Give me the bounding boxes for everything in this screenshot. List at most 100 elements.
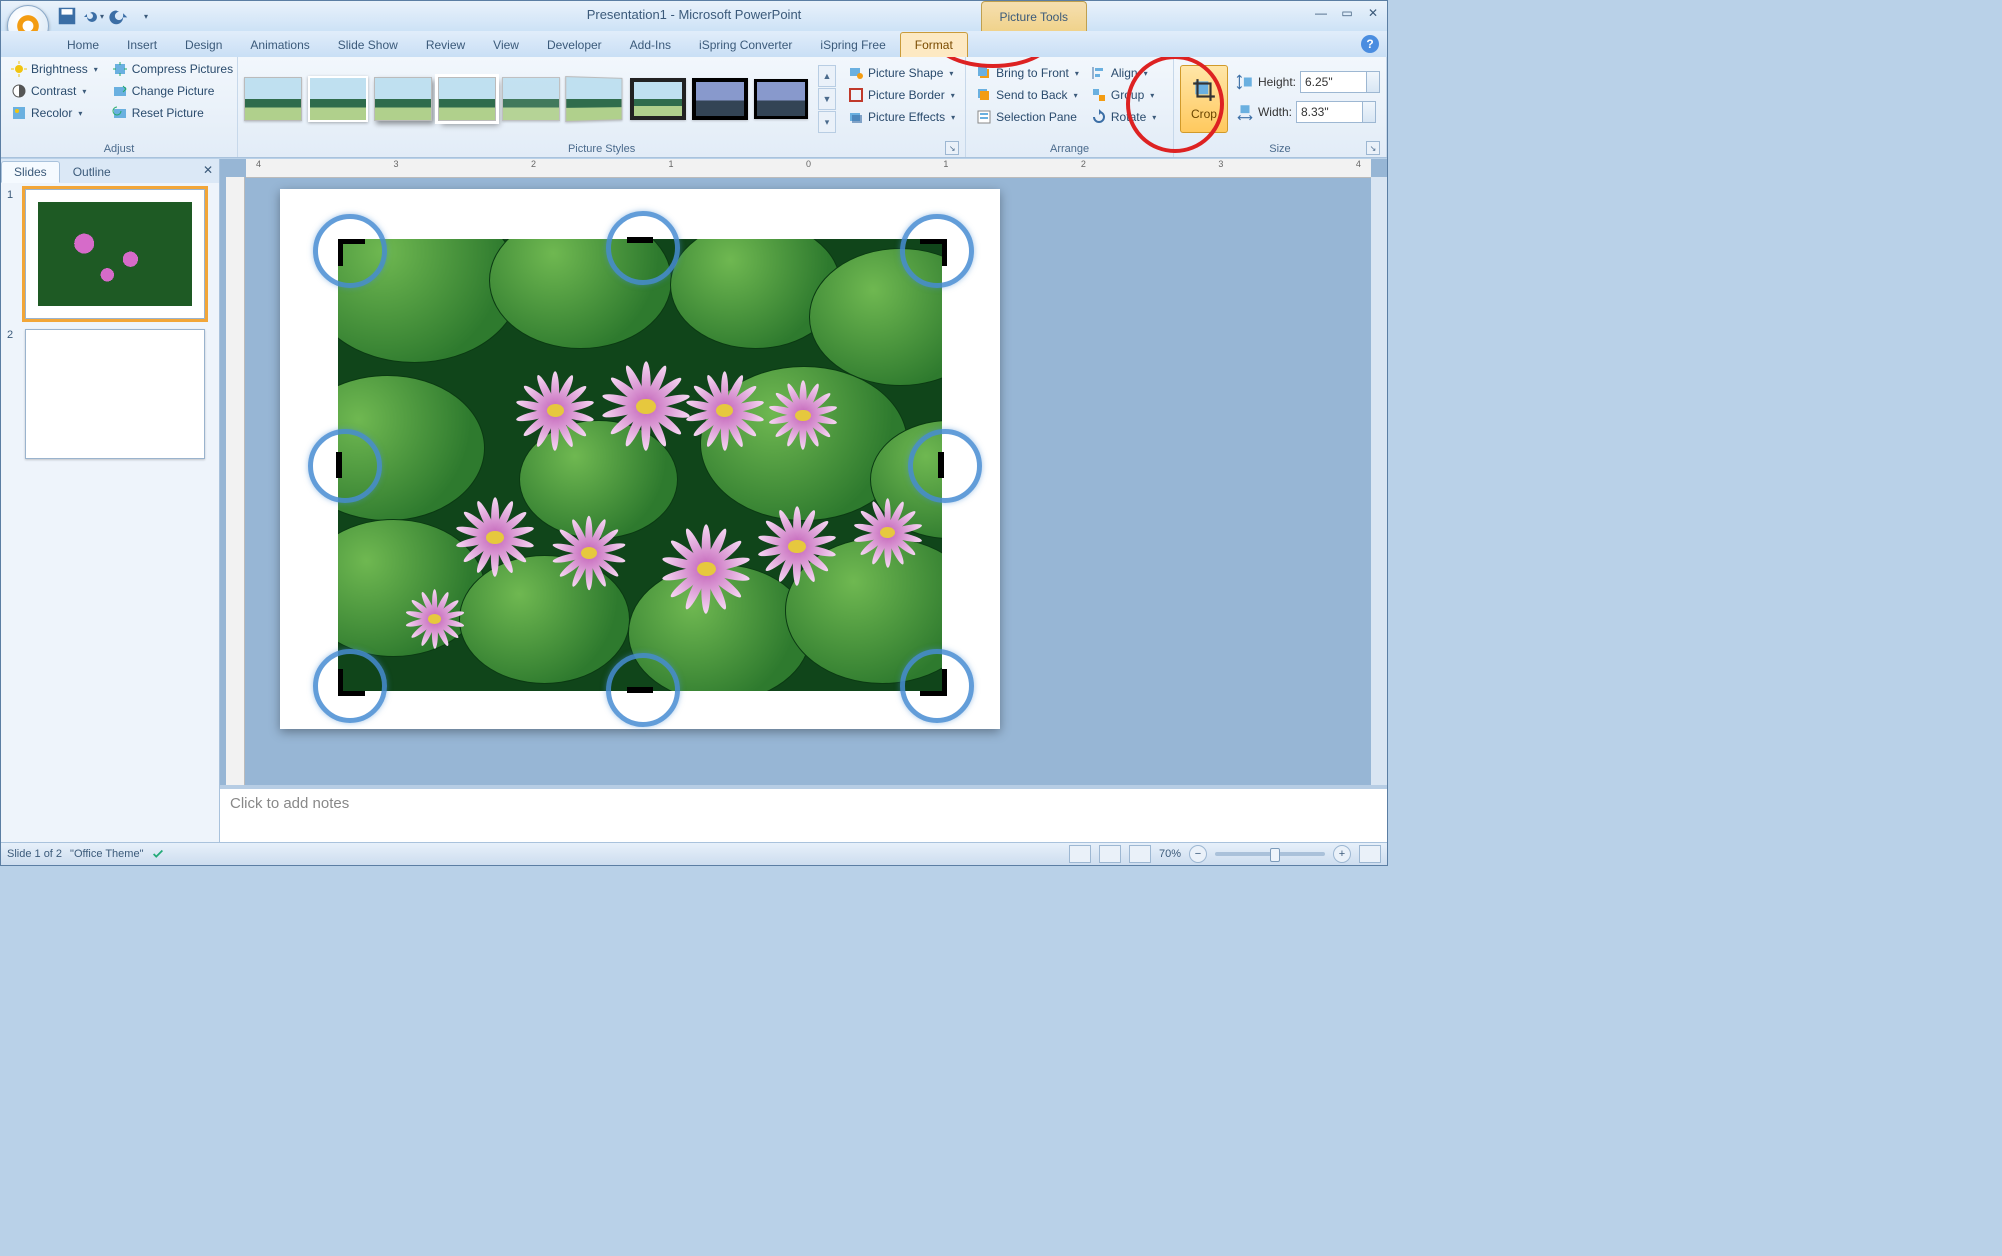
group-arrange: Bring to Front▾ Send to Back▾ Selection … — [966, 57, 1174, 157]
height-input[interactable]: 6.25" — [1300, 71, 1380, 93]
quick-access-toolbar: ▾ ▾ — [56, 5, 156, 27]
reset-label: Reset Picture — [132, 106, 204, 120]
horizontal-ruler[interactable]: 432101234 — [246, 159, 1371, 178]
width-label: Width: — [1258, 105, 1292, 119]
height-icon — [1236, 73, 1254, 91]
maximize-button[interactable]: ▭ — [1337, 5, 1357, 21]
rotate-button[interactable]: Rotate▾ — [1087, 107, 1160, 127]
styles-launcher[interactable]: ↘ — [945, 141, 959, 155]
crop-handle-b[interactable] — [627, 687, 653, 693]
crop-button[interactable]: Crop — [1180, 65, 1228, 133]
brightness-label: Brightness — [31, 62, 88, 76]
width-input[interactable]: 8.33" — [1296, 101, 1376, 123]
picture-effects-button[interactable]: Picture Effects▾ — [844, 107, 959, 127]
tab-design[interactable]: Design — [171, 33, 236, 57]
style-thumb-2[interactable] — [308, 76, 368, 122]
recolor-label: Recolor — [31, 106, 72, 120]
picture-border-button[interactable]: Picture Border▾ — [844, 85, 959, 105]
picture-effects-label: Picture Effects — [868, 110, 945, 124]
vertical-ruler[interactable] — [226, 177, 245, 821]
normal-view-button[interactable] — [1069, 845, 1091, 863]
status-theme: "Office Theme" — [70, 848, 143, 860]
style-thumb-3[interactable] — [374, 77, 432, 121]
gallery-down-button[interactable]: ▼ — [818, 88, 836, 110]
height-label: Height: — [1258, 75, 1296, 89]
tab-addins[interactable]: Add-Ins — [616, 33, 685, 57]
crop-handle-tl[interactable] — [338, 239, 365, 266]
sorter-view-button[interactable] — [1099, 845, 1121, 863]
bring-to-front-button[interactable]: Bring to Front▾ — [972, 63, 1083, 83]
style-thumb-5[interactable] — [502, 77, 560, 121]
group-label-size: Size↘ — [1180, 142, 1380, 157]
contrast-button[interactable]: Contrast▾ — [7, 81, 102, 101]
spellcheck-icon[interactable] — [151, 847, 165, 861]
tab-insert[interactable]: Insert — [113, 33, 171, 57]
recolor-button[interactable]: Recolor▾ — [7, 103, 102, 123]
help-button[interactable]: ? — [1361, 35, 1379, 53]
group-adjust: Brightness▾ Contrast▾ Recolor▾ Compress … — [1, 57, 238, 157]
undo-button[interactable]: ▾ — [82, 5, 104, 27]
picture-shape-button[interactable]: Picture Shape▾ — [844, 63, 959, 83]
slides-tab[interactable]: Slides — [1, 161, 60, 183]
zoom-slider[interactable] — [1215, 852, 1325, 856]
change-picture-button[interactable]: Change Picture — [108, 81, 237, 101]
zoom-in-button[interactable]: + — [1333, 845, 1351, 863]
notes-pane[interactable]: Click to add notes — [220, 785, 1387, 843]
selection-pane-button[interactable]: Selection Pane — [972, 107, 1083, 127]
tab-ispring-converter[interactable]: iSpring Converter — [685, 33, 806, 57]
contextual-tab-picture-tools[interactable]: Picture Tools — [981, 1, 1087, 32]
style-thumb-1[interactable] — [244, 77, 302, 121]
zoom-out-button[interactable]: − — [1189, 845, 1207, 863]
gallery-more-button[interactable]: ▾ — [818, 111, 836, 133]
qat-more-button[interactable]: ▾ — [134, 5, 156, 27]
align-button[interactable]: Align▾ — [1087, 63, 1160, 83]
zoom-value[interactable]: 70% — [1159, 848, 1181, 860]
tab-review[interactable]: Review — [412, 33, 479, 57]
vertical-scrollbar[interactable] — [1371, 177, 1387, 821]
crop-handle-br[interactable] — [920, 669, 947, 696]
slide-canvas[interactable] — [280, 189, 1000, 729]
brightness-button[interactable]: Brightness▾ — [7, 59, 102, 79]
picture-object[interactable] — [338, 239, 942, 691]
send-to-back-button[interactable]: Send to Back▾ — [972, 85, 1083, 105]
gallery-up-button[interactable]: ▲ — [818, 65, 836, 87]
style-thumb-4[interactable] — [438, 77, 496, 121]
tab-animations[interactable]: Animations — [236, 33, 323, 57]
style-thumb-7[interactable] — [630, 78, 686, 120]
size-launcher[interactable]: ↘ — [1366, 141, 1380, 155]
style-thumb-8[interactable] — [692, 78, 748, 120]
redo-button[interactable] — [108, 5, 130, 27]
style-thumb-6[interactable] — [565, 76, 622, 122]
slide-thumb-1[interactable]: 1 — [7, 189, 213, 319]
tab-ispring-free[interactable]: iSpring Free — [806, 33, 899, 57]
crop-handle-r[interactable] — [938, 452, 944, 478]
tab-slideshow[interactable]: Slide Show — [324, 33, 412, 57]
ribbon: Brightness▾ Contrast▾ Recolor▾ Compress … — [1, 57, 1387, 158]
save-button[interactable] — [56, 5, 78, 27]
close-button[interactable]: ✕ — [1363, 5, 1383, 21]
tab-home[interactable]: Home — [53, 33, 113, 57]
crop-handle-bl[interactable] — [338, 669, 365, 696]
slide-thumb-2[interactable]: 2 — [7, 329, 213, 459]
tab-format[interactable]: Format — [900, 32, 968, 57]
tab-view[interactable]: View — [479, 33, 533, 57]
minimize-button[interactable]: — — [1311, 5, 1331, 21]
compress-pictures-button[interactable]: Compress Pictures — [108, 59, 237, 79]
bring-to-front-label: Bring to Front — [996, 66, 1069, 80]
crop-handle-tr[interactable] — [920, 239, 947, 266]
slide-editor: 432101234 — [220, 159, 1387, 843]
slide-panel: Slides Outline ✕ 1 2 — [1, 159, 220, 843]
notes-placeholder: Click to add notes — [230, 795, 349, 812]
status-bar: Slide 1 of 2 "Office Theme" 70% − + — [1, 842, 1387, 865]
crop-handle-l[interactable] — [336, 452, 342, 478]
window-title: Presentation1 - Microsoft PowerPoint — [1, 7, 1387, 22]
slideshow-view-button[interactable] — [1129, 845, 1151, 863]
tab-developer[interactable]: Developer — [533, 33, 616, 57]
style-thumb-9[interactable] — [754, 79, 808, 119]
reset-picture-button[interactable]: Reset Picture — [108, 103, 237, 123]
outline-tab[interactable]: Outline — [60, 161, 124, 183]
fit-to-window-button[interactable] — [1359, 845, 1381, 863]
crop-handle-t[interactable] — [627, 237, 653, 243]
group-button[interactable]: Group▾ — [1087, 85, 1160, 105]
slide-panel-close[interactable]: ✕ — [203, 163, 213, 177]
